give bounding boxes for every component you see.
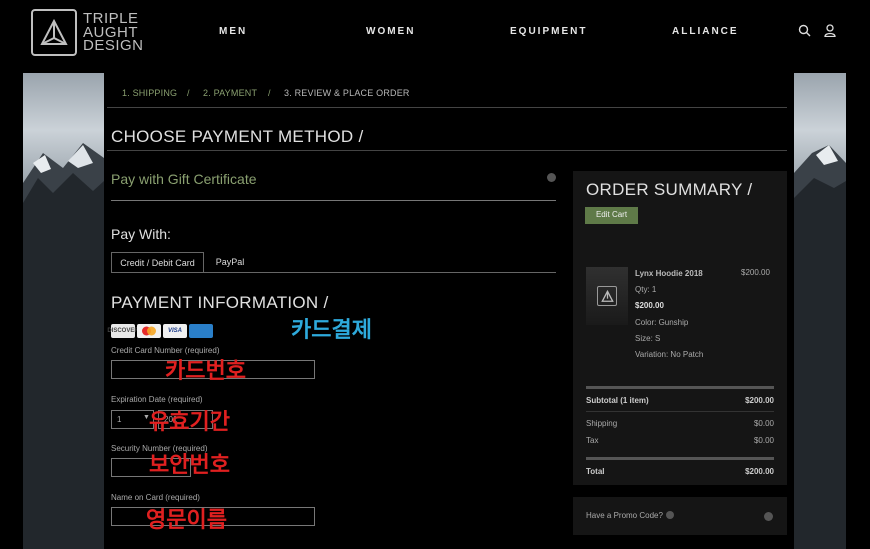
- checkout-panel: 1. SHIPPING / 2. PAYMENT / 3. REVIEW & P…: [104, 73, 794, 549]
- product-variation: Variation: No Patch: [635, 350, 704, 359]
- breadcrumb-shipping[interactable]: 1. SHIPPING: [122, 88, 177, 98]
- choose-payment-heading: CHOOSE PAYMENT METHOD /: [111, 127, 364, 146]
- total-row: Total $200.00: [586, 467, 774, 476]
- product-unit-price: $200.00: [635, 301, 664, 310]
- annotation-security: 보안번호: [149, 452, 230, 477]
- nav-equipment[interactable]: EQUIPMENT: [510, 26, 587, 37]
- brand-logo[interactable]: TRIPLE AUGHT DESIGN: [31, 9, 144, 56]
- discover-logo: DISCOVER: [107, 324, 139, 338]
- shipping-row: Shipping $0.00: [586, 419, 774, 428]
- divider: [111, 200, 556, 201]
- divider: [111, 272, 556, 273]
- subtotal-label: Subtotal (1 item): [586, 396, 649, 405]
- expand-icon[interactable]: [764, 512, 773, 521]
- promo-code-panel[interactable]: Have a Promo Code?: [573, 497, 787, 535]
- nav-men[interactable]: MEN: [219, 26, 247, 37]
- divider: [107, 150, 787, 151]
- tax-label: Tax: [586, 436, 599, 445]
- pay-with-label: Pay With:: [111, 226, 171, 242]
- background-mountain-left: [23, 73, 104, 549]
- order-summary-title: ORDER SUMMARY /: [586, 180, 753, 199]
- order-summary: ORDER SUMMARY / Edit Cart Lynx Hoodie 20…: [573, 171, 787, 485]
- expiration-label: Expiration Date (required): [111, 395, 203, 404]
- expiration-month-select[interactable]: 1 ▼: [111, 410, 154, 429]
- product-qty: Qty: 1: [635, 285, 657, 294]
- product-color: Color: Gunship: [635, 318, 689, 327]
- nav-alliance[interactable]: ALLIANCE: [672, 26, 739, 37]
- expiration-month-value: 1: [117, 415, 122, 424]
- product-size: Size: S: [635, 334, 661, 343]
- annotation-card-number: 카드번호: [165, 358, 246, 383]
- promo-code-text: Have a Promo Code?: [586, 511, 663, 520]
- nav-women[interactable]: WOMEN: [366, 26, 415, 37]
- expand-icon[interactable]: [547, 173, 556, 182]
- total-value: $200.00: [745, 467, 774, 476]
- divider: [586, 386, 774, 389]
- tax-row: Tax $0.00: [586, 436, 774, 445]
- tab-credit-debit-card[interactable]: Credit / Debit Card: [111, 252, 204, 273]
- accepted-cards: DISCOVER VISA: [107, 324, 213, 338]
- edit-cart-button[interactable]: Edit Cart: [585, 207, 638, 224]
- shipping-value: $0.00: [753, 419, 774, 428]
- annotation-expiration: 유효기간: [149, 409, 230, 434]
- annotation-card-payment: 카드결제: [291, 317, 372, 342]
- brand-name: TRIPLE AUGHT DESIGN: [83, 12, 144, 53]
- total-label: Total: [586, 467, 605, 476]
- mastercard-logo: [137, 324, 161, 338]
- annotation-english-name: 영문이름: [146, 507, 227, 532]
- breadcrumb-review: 3. REVIEW & PLACE ORDER: [284, 88, 410, 98]
- product-name[interactable]: Lynx Hoodie 2018: [635, 269, 703, 278]
- background-mountain-right: [794, 73, 846, 549]
- amex-logo: [189, 324, 213, 338]
- tax-value: $0.00: [753, 436, 774, 445]
- payment-information-heading: PAYMENT INFORMATION /: [111, 293, 329, 312]
- user-icon[interactable]: [824, 24, 836, 42]
- triangle-logo-icon: [597, 286, 617, 306]
- triangle-logo-icon: [31, 9, 77, 56]
- breadcrumb-separator: /: [268, 88, 271, 98]
- product-thumbnail[interactable]: [586, 267, 628, 325]
- product-price: $200.00: [741, 268, 770, 277]
- divider: [107, 107, 787, 108]
- shipping-label: Shipping: [586, 419, 618, 428]
- help-icon[interactable]: [665, 511, 674, 519]
- gift-certificate-link[interactable]: Pay with Gift Certificate: [111, 171, 257, 187]
- brand-line-3: DESIGN: [83, 37, 144, 55]
- site-header: TRIPLE AUGHT DESIGN MEN WOMEN EQUIPMENT …: [23, 0, 846, 68]
- tab-paypal[interactable]: PayPal: [205, 252, 255, 273]
- name-on-card-label: Name on Card (required): [111, 493, 200, 502]
- subtotal-row: Subtotal (1 item) $200.00: [586, 396, 774, 405]
- search-icon[interactable]: [798, 24, 811, 42]
- breadcrumb-payment[interactable]: 2. PAYMENT: [203, 88, 257, 98]
- subtotal-value: $200.00: [745, 396, 774, 405]
- divider: [586, 457, 774, 460]
- divider: [586, 411, 774, 412]
- visa-logo: VISA: [163, 324, 187, 338]
- promo-code-label: Have a Promo Code?: [586, 511, 674, 520]
- card-number-label: Credit Card Number (required): [111, 346, 220, 355]
- breadcrumb-separator: /: [187, 88, 190, 98]
